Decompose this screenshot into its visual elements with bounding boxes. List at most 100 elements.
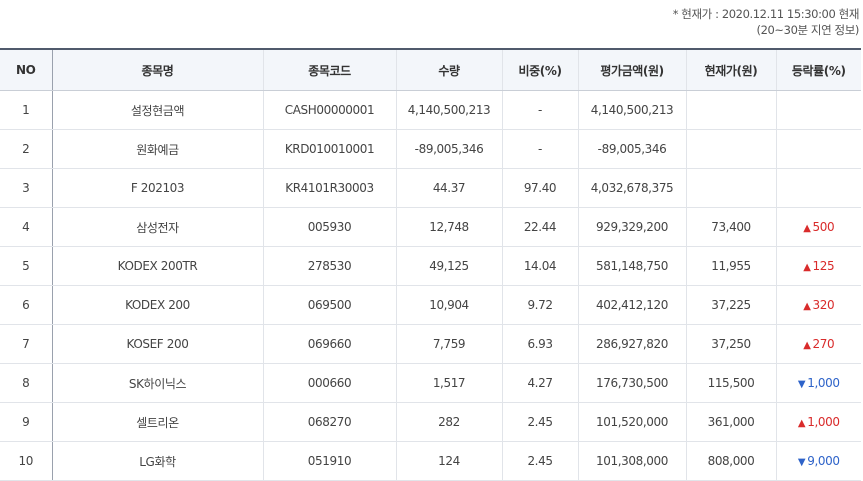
table-row: 4 삼성전자 005930 12,748 22.44 929,329,200 73,400 ▲… [0,207,861,247]
cell-price [685,90,776,130]
table-row: 2 원화예금 KRD010010001 -89,005,346- -89,005,346 [0,129,861,169]
cell-no: 5 [0,246,52,286]
cell-code: 278530 [262,246,396,286]
table-row: 5 KODEX 200TR 278530 49,125 14.04 581,148,750… [0,246,861,286]
cell-price [685,129,776,169]
cell-code: 069660 [262,324,396,364]
col-header-change: 등락률(%) [775,48,861,91]
cell-weight: 97.40 [501,168,578,208]
cell-price [685,168,776,208]
cell-no: 1 [0,90,52,130]
cell-quantity: 282 [395,402,502,442]
cell-price: 37,225 [685,285,776,325]
price-notice: * 현재가 : 2020.12.11 15:30:00 현재 (20~30분 지… [672,6,860,38]
cell-weight: 22.44 [501,207,578,247]
cell-no: 9 [0,402,52,442]
change-value: 500 [812,220,835,234]
cell-value: 581,148,750 [577,246,686,286]
cell-no: 10 [0,441,52,481]
col-header-name: 종목명 [51,48,263,91]
change-value: 1,000 [807,376,840,390]
cell-price: 361,000 [685,402,776,442]
cell-change: ▲ 320 [775,285,861,325]
cell-value: 4,032,678,375 [577,168,686,208]
cell-code: KR4101R30003 [262,168,396,208]
cell-change [775,90,861,130]
cell-code: 005930 [262,207,396,247]
cell-change: ▲ 270 [775,324,861,364]
cell-name: KOSEF 200 [51,324,263,364]
triangle-up-icon: ▲ [803,340,811,351]
triangle-up-icon: ▲ [797,418,806,429]
change-value: 9,000 [807,454,840,468]
cell-no: 2 [0,129,52,169]
cell-no: 7 [0,324,52,364]
cell-value: 101,520,000 [577,402,686,442]
cell-price: 808,000 [685,441,776,481]
triangle-up-icon: ▲ [803,262,811,273]
cell-value: -89,005,346 [577,129,686,169]
table-row: 8 SK하이닉스 000660 1,517 4.27 176,730,500 115,500… [0,363,861,403]
cell-name: KODEX 200 [51,285,263,325]
cell-weight: - [501,129,578,169]
col-header-weight: 비중(%) [501,48,578,91]
table-header-row: NO 종목명 종목코드 수량 비중(%) 평가금액(원) 현재가(원) 등락률(… [0,48,861,91]
cell-name: 삼성전자 [51,207,263,247]
cell-code: CASH00000001 [262,90,396,130]
cell-quantity: 124 [395,441,502,481]
cell-code: 069500 [262,285,396,325]
cell-name: 셀트리온 [51,402,263,442]
cell-name: F 202103 [51,168,263,208]
cell-change: ▼ 9,000 [775,441,861,481]
cell-name: LG화학 [51,441,263,481]
table-row: 3F 202103 KR4101R30003 44.37 97.40 4,032,678… [0,168,861,208]
cell-name: KODEX 200TR [51,246,263,286]
change-value: 270 [812,337,835,351]
cell-weight: - [501,90,578,130]
cell-no: 3 [0,168,52,208]
triangle-down-icon: ▼ [797,379,806,390]
cell-price: 115,500 [685,363,776,403]
cell-value: 4,140,500,213 [577,90,686,130]
holdings-table: NO 종목명 종목코드 수량 비중(%) 평가금액(원) 현재가(원) 등락률(… [0,48,861,481]
cell-code: 051910 [262,441,396,481]
cell-value: 402,412,120 [577,285,686,325]
cell-value: 929,329,200 [577,207,686,247]
price-timestamp: * 현재가 : 2020.12.11 15:30:00 현재 [672,7,860,21]
col-header-quantity: 수량 [395,48,502,91]
cell-quantity: 7,759 [395,324,502,364]
cell-weight: 4.27 [501,363,578,403]
cell-name: SK하이닉스 [51,363,263,403]
table-row: 6 KODEX 200 069500 10,904 9.72 402,412,120 37,… [0,285,861,325]
triangle-down-icon: ▼ [797,457,806,468]
cell-quantity: 10,904 [395,285,502,325]
cell-value: 286,927,820 [577,324,686,364]
cell-weight: 9.72 [501,285,578,325]
change-value: 125 [812,259,835,273]
cell-quantity: 1,517 [395,363,502,403]
table-row: 1 설정현금액 CASH00000001 4,140,500,213-4,140,50… [0,90,861,130]
cell-change: ▲ 1,000 [775,402,861,442]
cell-code: 000660 [262,363,396,403]
cell-change [775,168,861,208]
cell-quantity: 12,748 [395,207,502,247]
cell-price: 37,250 [685,324,776,364]
cell-code: 068270 [262,402,396,442]
col-header-price: 현재가(원) [685,48,776,91]
cell-price: 11,955 [685,246,776,286]
cell-code: KRD010010001 [262,129,396,169]
table-row: 10 LG화학 051910 124 2.45 101,308,000 808,000 ▼ 9,… [0,441,861,481]
cell-quantity: 44.37 [395,168,502,208]
change-value: 320 [812,298,835,312]
cell-no: 8 [0,363,52,403]
delay-info: (20~30분 지연 정보) [756,23,860,37]
cell-weight: 6.93 [501,324,578,364]
cell-quantity: 49,125 [395,246,502,286]
cell-value: 176,730,500 [577,363,686,403]
cell-no: 4 [0,207,52,247]
table-row: 7 KOSEF 200 069660 7,759 6.93 286,927,820 37,2… [0,324,861,364]
col-header-code: 종목코드 [262,48,396,91]
cell-name: 원화예금 [51,129,263,169]
table-row: 9 셀트리온 068270 282 2.45 101,520,000 361,000 ▲ 1,0… [0,402,861,442]
change-value: 1,000 [807,415,840,429]
